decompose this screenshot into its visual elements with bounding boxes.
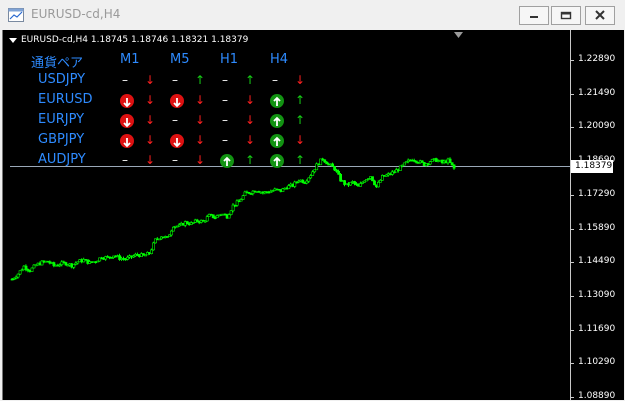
up-arrow-icon: ↑	[295, 113, 306, 127]
pair-label-audjpy: AUDJPY	[38, 152, 86, 167]
candle-body	[211, 214, 215, 218]
candlestick-series	[10, 157, 456, 281]
candle-body	[311, 171, 315, 176]
pair-label-eurusd: EURUSD	[38, 92, 93, 107]
candle-body	[373, 180, 376, 186]
candle-body	[227, 214, 231, 219]
bearish-signal-icon	[120, 134, 134, 148]
candle-body	[152, 242, 155, 251]
neutral-dash-icon: –	[222, 113, 228, 127]
neutral-dash-icon: –	[172, 153, 178, 167]
timeframe-header-h1: H1	[220, 52, 239, 67]
neutral-dash-icon: –	[122, 153, 128, 167]
candle-body	[353, 181, 357, 185]
candle-body	[325, 161, 329, 165]
up-arrow-icon: ↑	[195, 73, 206, 87]
candle-body	[448, 158, 452, 163]
down-arrow-icon: ↓	[145, 73, 156, 87]
timeframe-header-h4: H4	[270, 52, 289, 67]
down-arrow-icon: ↓	[245, 93, 256, 107]
candle-body	[229, 210, 233, 215]
candle-body	[452, 164, 456, 169]
neutral-dash-icon: –	[222, 73, 228, 87]
candle-body	[450, 162, 454, 166]
neutral-dash-icon: –	[172, 73, 178, 87]
candle-body	[301, 179, 305, 183]
up-arrow-icon: ↑	[295, 153, 306, 167]
candle-body	[30, 267, 34, 272]
candle-body	[376, 182, 380, 188]
candle-body	[241, 195, 245, 200]
candle-body	[287, 185, 291, 190]
candle-body	[150, 249, 153, 254]
candle-body	[16, 273, 20, 278]
down-arrow-icon: ↓	[245, 133, 256, 147]
down-arrow-icon: ↓	[195, 113, 206, 127]
neutral-dash-icon: –	[122, 73, 128, 87]
bullish-signal-icon	[220, 154, 234, 168]
down-arrow-icon: ↓	[295, 133, 306, 147]
candle-body	[371, 176, 374, 182]
timeframe-header-m5: M5	[170, 52, 190, 67]
pair-label-usdjpy: USDJPY	[38, 72, 86, 87]
candle-body	[24, 265, 28, 270]
candle-body	[402, 162, 406, 166]
down-arrow-icon: ↓	[145, 93, 156, 107]
timeframe-header-m1: M1	[120, 52, 140, 67]
neutral-dash-icon: –	[222, 93, 228, 107]
candle-body	[64, 262, 68, 266]
candle-body	[72, 264, 76, 268]
indicator-title: 通貨ペア	[31, 56, 84, 71]
down-arrow-icon: ↓	[195, 133, 206, 147]
terminal-window: EURUSD-cd,H4 EURUSD-cd,H4 1.18745 1.1874…	[0, 0, 625, 401]
candle-body	[205, 216, 209, 222]
bearish-signal-icon	[120, 94, 134, 108]
candle-body	[170, 230, 173, 236]
neutral-dash-icon: –	[272, 73, 278, 87]
pair-label-gbpjpy: GBPJPY	[38, 132, 85, 147]
bearish-signal-icon	[120, 114, 134, 128]
down-arrow-icon: ↓	[245, 113, 256, 127]
candle-body	[331, 163, 335, 167]
candle-body	[337, 171, 341, 175]
bearish-signal-icon	[170, 94, 184, 108]
candle-body	[307, 177, 311, 182]
down-arrow-icon: ↓	[145, 113, 156, 127]
candle-body	[359, 183, 362, 187]
down-arrow-icon: ↓	[195, 93, 206, 107]
bullish-signal-icon	[270, 154, 284, 168]
candle-body	[378, 180, 382, 183]
up-arrow-icon: ↑	[245, 73, 256, 87]
candle-body	[172, 226, 175, 232]
down-arrow-icon: ↓	[145, 133, 156, 147]
pair-label-eurjpy: EURJPY	[38, 112, 85, 127]
down-arrow-icon: ↓	[195, 153, 206, 167]
neutral-dash-icon: –	[222, 133, 228, 147]
candle-body	[398, 165, 402, 171]
candle-body	[309, 175, 313, 179]
bullish-signal-icon	[270, 114, 284, 128]
candle-body	[18, 270, 22, 275]
bearish-signal-icon	[170, 134, 184, 148]
candle-body	[428, 161, 432, 165]
up-arrow-icon: ↑	[295, 93, 306, 107]
candle-body	[333, 166, 337, 171]
candle-body	[339, 174, 343, 182]
up-arrow-icon: ↑	[245, 153, 256, 167]
bullish-signal-icon	[270, 134, 284, 148]
candle-body	[126, 256, 130, 260]
candle-body	[323, 159, 327, 163]
neutral-dash-icon: –	[172, 113, 178, 127]
candle-body	[185, 221, 189, 225]
down-arrow-icon: ↓	[145, 153, 156, 167]
down-arrow-icon: ↓	[295, 73, 306, 87]
bullish-signal-icon	[270, 94, 284, 108]
